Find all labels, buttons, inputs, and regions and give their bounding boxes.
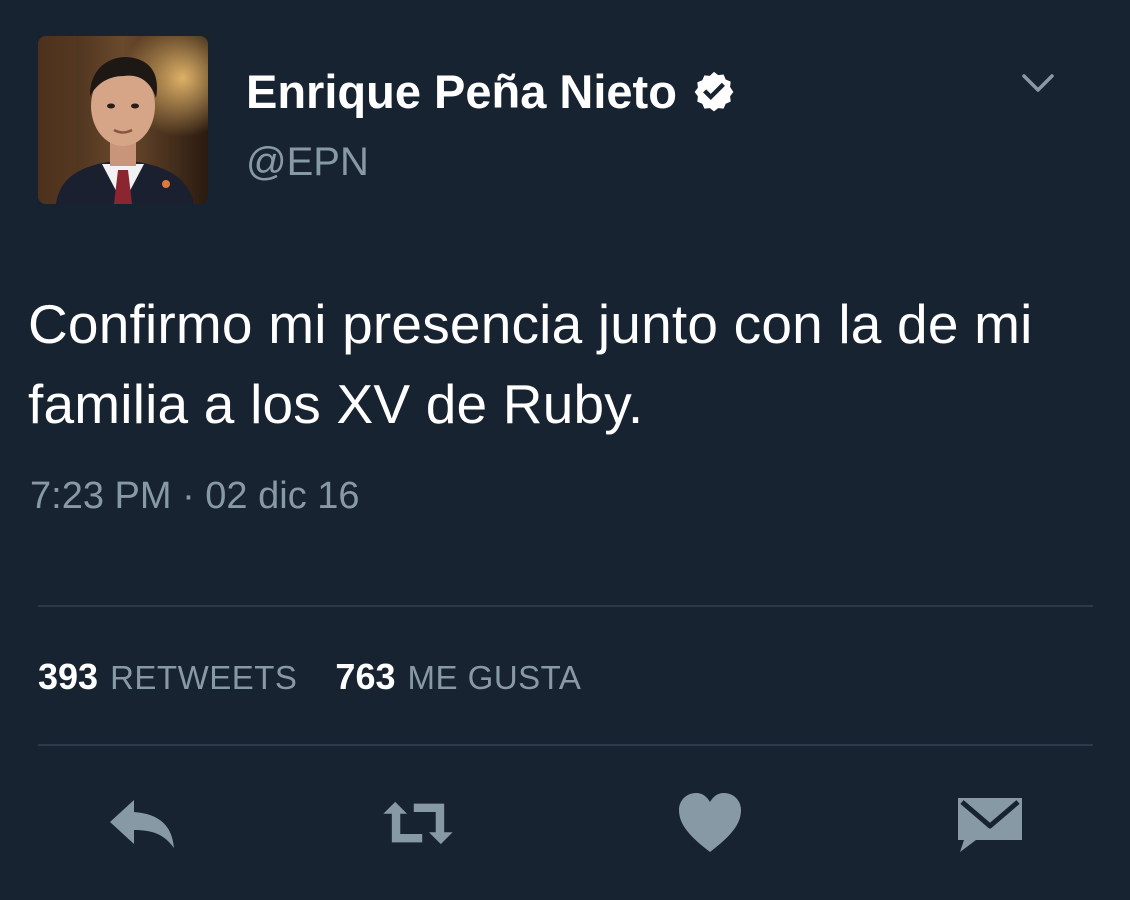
engagement-stats: 393 RETWEETS 763 ME GUSTA [38,656,619,698]
avatar[interactable] [38,36,208,204]
retweet-button[interactable] [380,790,456,856]
divider [38,744,1093,746]
likes-count: 763 [335,656,396,697]
heart-icon [679,793,741,852]
chevron-down-icon[interactable] [1018,66,1058,100]
tweet-text: Confirmo mi presencia junto con la de mi… [28,293,1033,435]
retweets-stat[interactable]: 393 RETWEETS [38,656,297,698]
retweets-label: RETWEETS [110,659,298,696]
avatar-photo [38,36,208,204]
like-button[interactable] [672,790,748,856]
reply-icon [110,800,174,848]
retweet-icon [383,801,453,845]
direct-message-button[interactable] [952,790,1028,856]
author-name-row[interactable]: Enrique Peña Nieto [246,64,737,120]
likes-label: ME GUSTA [407,659,582,696]
display-name[interactable]: Enrique Peña Nieto [246,64,677,120]
divider [38,605,1093,607]
tweet-card: Enrique Peña Nieto @EPN Confirmo mi pres… [0,0,1130,900]
verified-badge-icon [691,69,737,115]
tweet-actions [0,790,1130,860]
reply-button[interactable] [104,790,180,856]
author-handle[interactable]: @EPN [246,138,369,186]
tweet-timestamp[interactable]: 7:23 PM · 02 dic 16 [30,474,360,518]
retweets-count: 393 [38,656,99,697]
likes-stat[interactable]: 763 ME GUSTA [335,656,581,698]
envelope-icon [958,798,1022,852]
